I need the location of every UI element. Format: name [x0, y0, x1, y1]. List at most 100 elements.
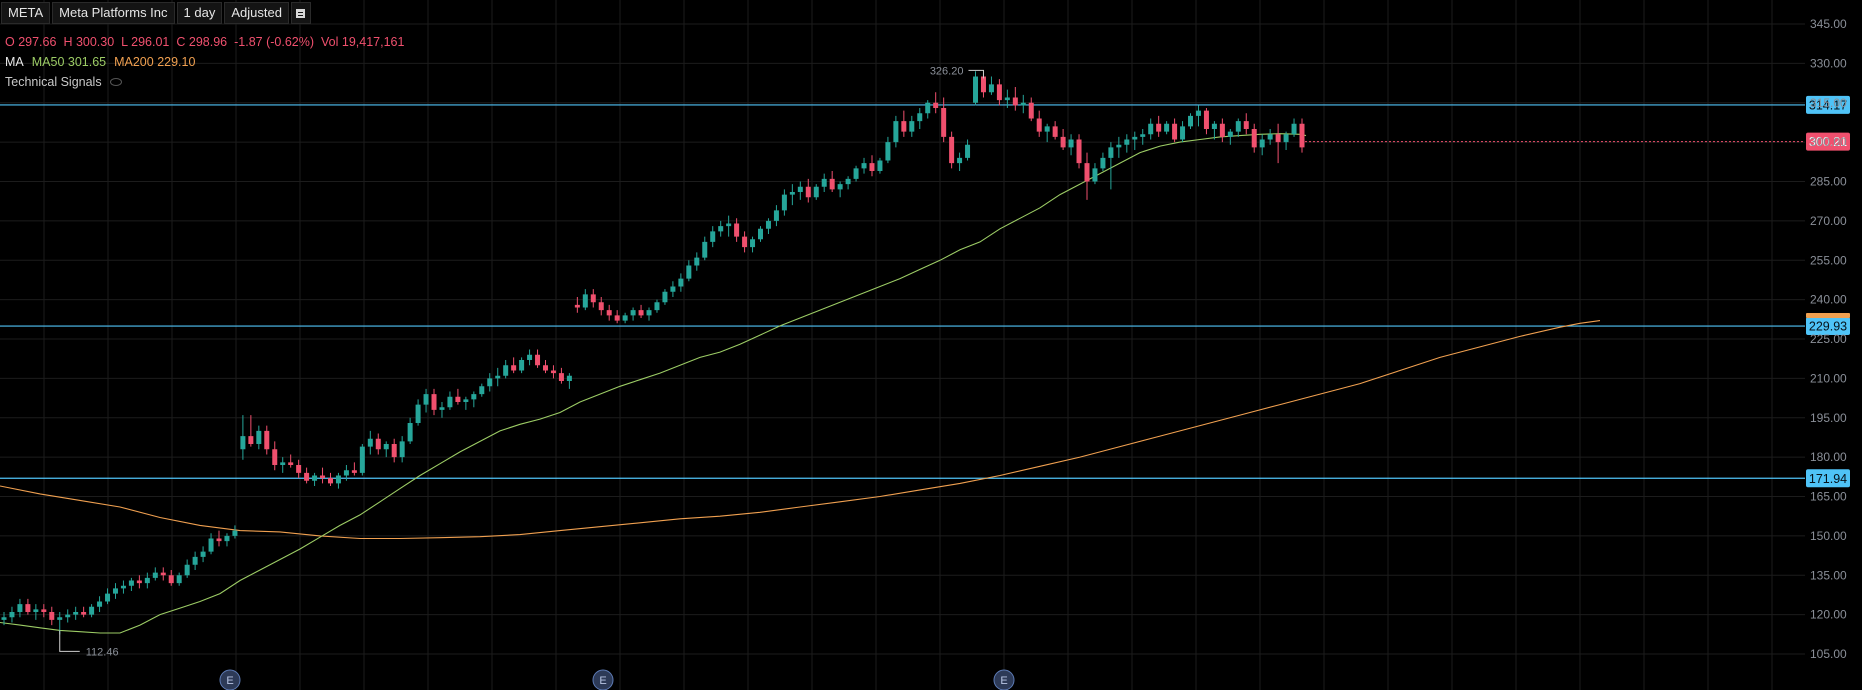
candle-body	[917, 113, 923, 122]
candle-body	[1251, 129, 1257, 148]
candle-body	[1, 617, 7, 620]
candlestick-chart[interactable]: 314.17229.93171.94300.21 326.20 112.46 34…	[0, 0, 1862, 690]
low-marker	[59, 630, 80, 652]
technical-signals[interactable]: Technical Signals	[5, 75, 122, 89]
symbol-button[interactable]: META	[1, 2, 51, 24]
candle-body	[980, 76, 986, 93]
candle-body	[1132, 136, 1138, 140]
candle-body	[1020, 102, 1026, 106]
candle-body	[1044, 126, 1050, 132]
candle-body	[885, 142, 891, 161]
candle-body	[925, 102, 931, 114]
company-name[interactable]: Meta Platforms Inc	[52, 2, 175, 24]
candle-body	[550, 370, 556, 374]
candle-body	[224, 535, 230, 542]
candle-body	[622, 315, 628, 321]
candle-body	[367, 438, 373, 447]
candle-body	[726, 223, 732, 227]
candle-body	[519, 360, 525, 371]
y-tick-label: 345.00	[1810, 17, 1847, 31]
price-tag-label: 171.94	[1809, 472, 1847, 486]
candle-body	[630, 310, 636, 316]
adjustment-button[interactable]: Adjusted	[224, 2, 289, 24]
candle-body	[65, 614, 71, 618]
candle-body	[1068, 139, 1074, 148]
candle-body	[1188, 115, 1194, 127]
candle-body	[1243, 121, 1249, 129]
candle-body	[320, 475, 326, 479]
ma200-tag	[1806, 313, 1850, 319]
candle-body	[1203, 110, 1209, 129]
candle-body	[503, 365, 509, 376]
technical-signals-label: Technical Signals	[5, 75, 102, 89]
ma-label: MA	[5, 55, 24, 69]
close-value: C 298.96	[176, 35, 228, 49]
y-tick-label: 270.00	[1810, 214, 1847, 228]
ma50-value: MA50 301.65	[31, 55, 107, 69]
candle-body	[901, 121, 907, 132]
candle-body	[280, 462, 286, 465]
candle-body	[383, 444, 389, 450]
candle-body	[272, 449, 278, 465]
candle-body	[1108, 147, 1114, 158]
candle-body	[1004, 97, 1010, 101]
y-tick-label: 225.00	[1810, 332, 1847, 346]
candle-body	[455, 396, 461, 402]
candle-body	[208, 538, 214, 552]
candle-body	[57, 617, 63, 620]
menu-icon[interactable]	[290, 2, 311, 24]
earnings-markers[interactable]: EEE	[219, 669, 1015, 690]
candle-body	[479, 386, 485, 395]
earnings-marker-label: E	[226, 675, 233, 687]
candle-body	[335, 475, 341, 484]
ma-legend[interactable]: MA MA50 301.65 MA200 229.10	[5, 55, 203, 69]
y-tick-label: 165.00	[1810, 490, 1847, 504]
candle-body	[646, 310, 652, 316]
volume-value: Vol 19,417,161	[321, 35, 405, 49]
candle-body	[1084, 163, 1090, 182]
candle-body	[1195, 110, 1201, 116]
high-annotation: 326.20	[930, 65, 964, 77]
candle-body	[73, 612, 79, 615]
eye-icon[interactable]	[109, 78, 122, 86]
symbol-toolbar: META Meta Platforms Inc 1 day Adjusted	[1, 2, 313, 24]
candle-body	[351, 470, 357, 473]
candle-body	[447, 396, 453, 408]
candle-body	[861, 163, 867, 169]
candle-body	[81, 612, 87, 615]
interval-button[interactable]: 1 day	[176, 2, 223, 24]
candle-body	[288, 462, 294, 465]
candle-body	[988, 84, 994, 93]
candle-body	[1299, 123, 1305, 148]
candle-body	[638, 310, 644, 316]
candle-body	[33, 609, 39, 612]
y-tick-label: 300.00	[1810, 135, 1847, 149]
candle-body	[678, 278, 684, 287]
candle-body	[558, 373, 564, 381]
earnings-marker-label: E	[599, 675, 606, 687]
candle-body	[256, 430, 262, 444]
candle-body	[296, 465, 302, 473]
candle-body	[949, 136, 955, 164]
candle-body	[264, 430, 270, 450]
candle-body	[1227, 131, 1233, 137]
candle-body	[487, 378, 493, 387]
candle-body	[670, 286, 676, 292]
candle-body	[144, 577, 150, 584]
candle-body	[1283, 134, 1289, 143]
candle-body	[1219, 123, 1225, 137]
candle-body	[1140, 134, 1146, 137]
candle-body	[797, 186, 803, 192]
candle-body	[463, 399, 469, 402]
candle-body	[789, 192, 795, 195]
candle-body	[312, 475, 318, 481]
candle-body	[877, 160, 883, 171]
candle-body	[996, 84, 1002, 101]
candle-body	[1036, 118, 1042, 132]
candle-body	[662, 291, 668, 303]
change-value: -1.87 (-0.62%)	[234, 35, 315, 49]
candle-body	[160, 572, 166, 576]
candle-body	[813, 186, 819, 198]
horizontal-lines[interactable]: 314.17229.93171.94300.21	[0, 95, 1850, 488]
candle-body	[471, 394, 477, 400]
